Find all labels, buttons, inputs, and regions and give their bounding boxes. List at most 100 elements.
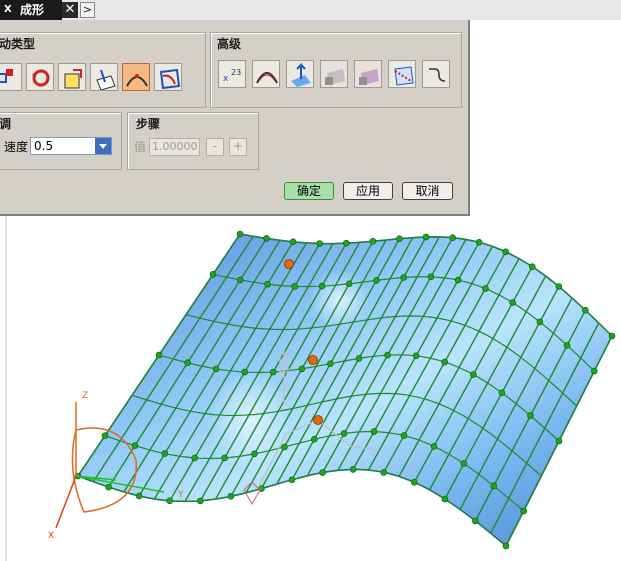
drag-handle-point[interactable] (308, 355, 318, 365)
freeform-surface[interactable] (74, 230, 616, 550)
speed-select-value: 0.5 (34, 139, 54, 153)
control-pole (410, 478, 418, 486)
control-pole (291, 283, 299, 290)
control-pole (327, 360, 334, 368)
control-pole (475, 239, 483, 246)
control-pole (319, 469, 326, 476)
control-pole (490, 482, 498, 490)
translate-button[interactable] (0, 63, 22, 91)
control-pole (105, 483, 112, 491)
control-pole (555, 437, 563, 445)
control-pole (520, 507, 528, 515)
control-pole (384, 351, 391, 359)
control-pole (221, 454, 228, 462)
control-pole (582, 306, 589, 314)
x-axis-line (55, 475, 77, 529)
control-pole (227, 492, 235, 500)
axis-label-y: Y (177, 490, 184, 500)
expand-arrow-icon[interactable]: > (80, 2, 95, 18)
control-pole (264, 280, 271, 288)
control-pole (469, 371, 477, 378)
apply-button[interactable]: 应用 (343, 182, 393, 200)
step-label: 步骤 (136, 117, 161, 131)
step-plus-button[interactable]: + (229, 138, 247, 156)
control-pole (536, 318, 544, 326)
control-pole (318, 282, 326, 290)
control-pole (498, 389, 506, 397)
drag-handle-point[interactable] (313, 415, 323, 425)
surface-normal-button[interactable] (286, 60, 314, 88)
control-pole (502, 248, 510, 256)
control-pole (184, 359, 191, 367)
ok-button[interactable]: 确定 (284, 182, 334, 200)
control-pole (441, 358, 449, 366)
control-pole (251, 450, 258, 458)
step-minus-button[interactable]: - (206, 138, 224, 156)
step-value-field[interactable]: 1.00000 (149, 138, 200, 156)
control-pole (155, 351, 163, 359)
control-pole (370, 428, 378, 435)
dialog-title-tab[interactable]: X 成形 (0, 0, 62, 20)
control-pole (502, 542, 510, 550)
chevron-down-icon[interactable] (95, 138, 111, 154)
control-pole (166, 497, 173, 505)
control-pole (555, 283, 563, 290)
degree-button[interactable]: x 23 (218, 60, 246, 88)
control-poles-button[interactable] (252, 60, 280, 88)
control-pole (269, 368, 277, 376)
s-curve-button[interactable] (422, 60, 450, 88)
control-pole (441, 495, 449, 503)
svg-text:23: 23 (231, 68, 241, 77)
control-pole (161, 450, 169, 457)
control-pole (454, 276, 462, 284)
svg-text:x: x (223, 74, 229, 84)
dialog-title: 成形 (20, 3, 45, 17)
control-pole (310, 435, 318, 443)
curve-on-surface-button[interactable] (388, 60, 416, 88)
surface-edit-button[interactable] (154, 63, 182, 91)
control-pole (263, 235, 270, 242)
control-pole (340, 430, 348, 437)
speed-label: 速度 (4, 140, 29, 154)
control-pole (209, 270, 217, 278)
control-pole (236, 230, 244, 238)
axis-label-x: X (48, 531, 54, 541)
control-pole (608, 332, 616, 340)
control-pole (400, 274, 408, 281)
control-pole (509, 299, 516, 306)
plane-normal-button[interactable] (90, 63, 118, 91)
close-icon[interactable]: ✕ (62, 2, 78, 18)
adjust-label: 调 (0, 117, 12, 131)
control-pole (101, 432, 109, 440)
control-pole (449, 234, 456, 241)
control-pole (241, 368, 248, 376)
control-pole (298, 365, 306, 373)
control-pole (528, 263, 536, 271)
drag-handle-point[interactable] (284, 259, 294, 269)
locked-surface-2-button (354, 60, 382, 88)
control-pole (427, 273, 435, 281)
axis-label-z: Z (82, 391, 88, 401)
control-pole (369, 238, 377, 245)
control-pole (345, 280, 353, 288)
control-pole (412, 352, 420, 360)
control-pole (430, 443, 438, 450)
dialog-titlebar[interactable]: X 成形 ✕ > (0, 0, 621, 20)
control-pole (289, 238, 297, 246)
control-pole (373, 277, 380, 284)
motion-type-label: 动类型 (0, 37, 36, 51)
control-pole (131, 442, 139, 449)
cancel-button[interactable]: 取消 (402, 182, 453, 200)
advanced-label: 高级 (217, 37, 242, 51)
control-pole (355, 355, 363, 362)
control-pole (472, 517, 479, 525)
control-pole (191, 454, 198, 462)
scale-button[interactable] (58, 63, 86, 91)
rotate-button[interactable] (26, 63, 54, 91)
speed-select[interactable]: 0.5 (30, 137, 112, 155)
control-pole (342, 239, 350, 247)
surface-shape-button[interactable] (122, 63, 150, 91)
app-icon: X (4, 4, 12, 15)
control-pole (212, 365, 220, 373)
locked-surface-button (320, 60, 348, 88)
